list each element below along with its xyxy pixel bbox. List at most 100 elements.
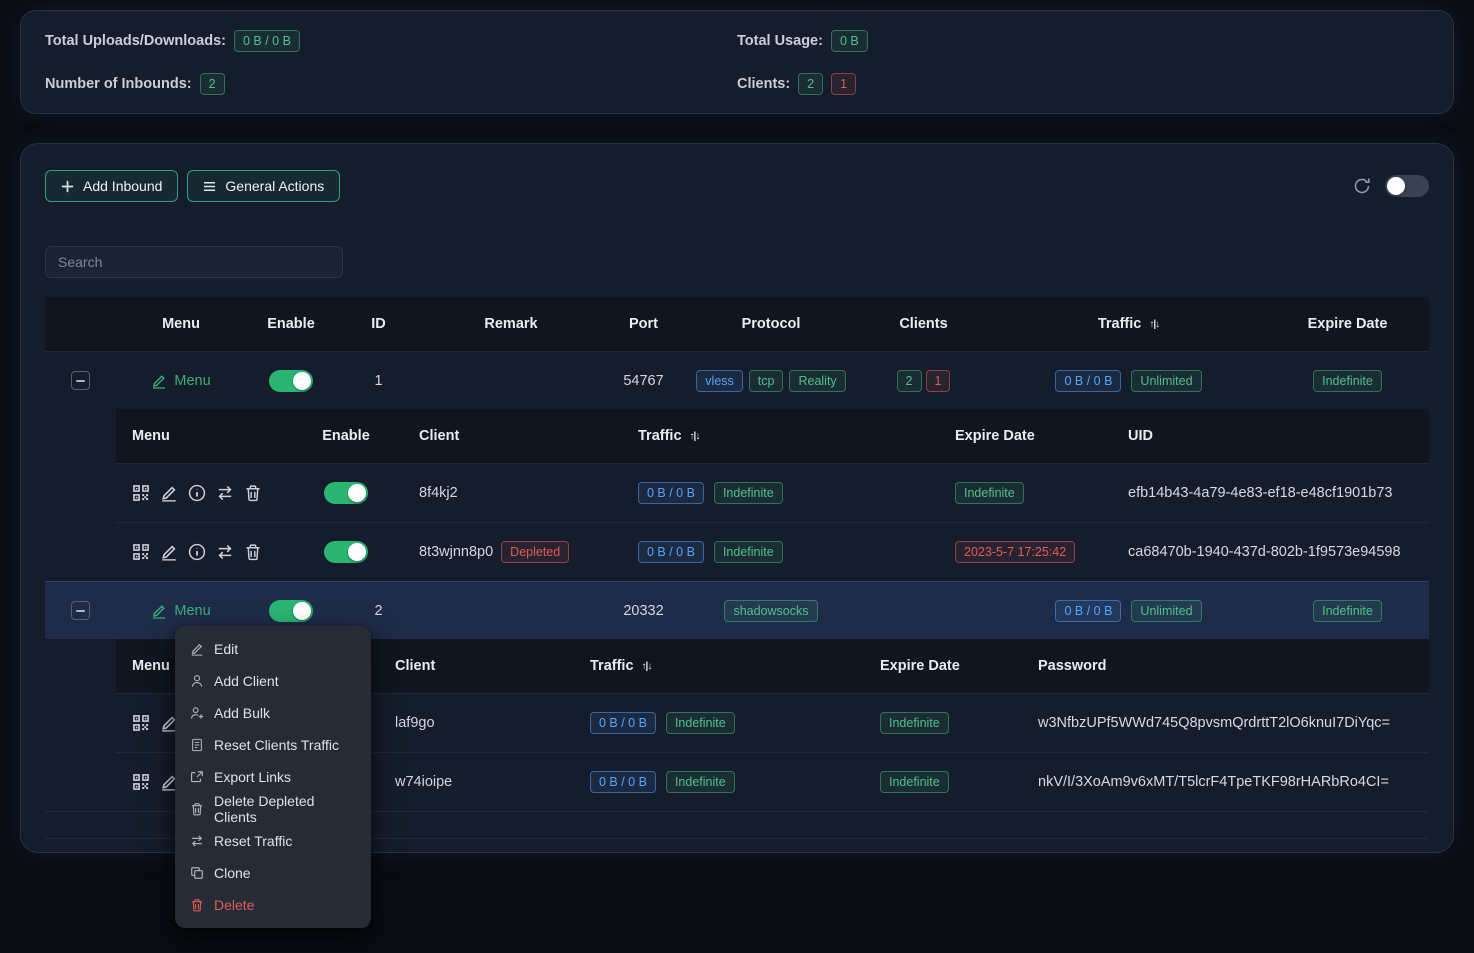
expire-badge: Indefinite: [1313, 600, 1382, 622]
qrcode-icon[interactable]: [132, 714, 150, 732]
info-icon[interactable]: [188, 484, 206, 502]
info-icon[interactable]: [188, 543, 206, 561]
export-icon: [190, 770, 204, 784]
inbound-1-traffic: 0 B / 0 B Unlimited: [991, 370, 1266, 392]
traffic-total-badge: Indefinite: [714, 482, 783, 504]
menu-item-add-bulk[interactable]: Add Bulk: [175, 697, 371, 729]
minus-icon: [76, 380, 85, 382]
inbound-2-menu-button[interactable]: Menu: [151, 603, 210, 619]
stat-number-of-inbounds-value: 2: [200, 73, 225, 95]
menu-item-label: Delete Depleted Clients: [214, 793, 356, 825]
client-traffic: 0 B / 0 B Indefinite: [566, 712, 856, 734]
header-protocol: Protocol: [686, 316, 856, 332]
reset-traffic-icon[interactable]: [216, 484, 234, 502]
sort-icon: ↑|↓: [642, 661, 652, 672]
menu-item-label: Add Bulk: [214, 705, 270, 721]
inbound-2-traffic: 0 B / 0 B Unlimited: [991, 600, 1266, 622]
list-menu-icon: [203, 180, 216, 193]
client-enable-toggle[interactable]: [324, 482, 368, 504]
header-remark: Remark: [421, 316, 601, 332]
inbounds-table-header: Menu Enable ID Remark Port Protocol Clie…: [45, 297, 1429, 351]
inbound-context-menu: Edit Add Client Add Bulk Reset Clients T…: [175, 626, 371, 928]
stat-total-usage: Total Usage: 0 B: [737, 30, 1429, 52]
header-traffic[interactable]: Traffic↑|↓: [626, 428, 931, 444]
general-actions-button[interactable]: General Actions: [187, 170, 340, 202]
client-password: nkV/I/3XoAm9v6xMT/T5lcrF4TpeTKF98rHARbRo…: [1026, 774, 1429, 790]
expire-badge: Indefinite: [1313, 370, 1382, 392]
client-expire: Indefinite: [931, 482, 1116, 504]
theme-toggle[interactable]: [1385, 175, 1429, 197]
toggle-knob: [293, 602, 311, 620]
menu-item-export-links[interactable]: Export Links: [175, 761, 371, 793]
document-icon: [190, 738, 204, 752]
menu-item-delete-depleted-clients[interactable]: Delete Depleted Clients: [175, 793, 371, 825]
menu-item-add-client[interactable]: Add Client: [175, 665, 371, 697]
reset-traffic-icon[interactable]: [216, 543, 234, 561]
add-inbound-button[interactable]: Add Inbound: [45, 170, 178, 202]
header-client: Client: [391, 428, 626, 444]
client-traffic: 0 B / 0 B Indefinite: [566, 771, 856, 793]
clone-icon: [190, 866, 204, 880]
inbound-1-expire: Indefinite: [1266, 370, 1429, 392]
header-enable: Enable: [246, 316, 336, 332]
inbound-1-menu-button[interactable]: Menu: [151, 373, 210, 389]
header-port: Port: [601, 316, 686, 332]
inbound-1-clients: 2 1: [856, 370, 991, 392]
stat-clients-active-badge: 2: [798, 73, 823, 95]
menu-item-reset-traffic[interactable]: Reset Traffic: [175, 825, 371, 857]
search-input[interactable]: [45, 246, 343, 278]
menu-item-delete[interactable]: Delete: [175, 889, 371, 921]
edit-icon: [151, 603, 167, 619]
traffic-badge: 0 B / 0 B: [638, 482, 704, 504]
stats-card: Total Uploads/Downloads: 0 B / 0 B Total…: [20, 10, 1454, 114]
traffic-total-badge: Indefinite: [666, 771, 735, 793]
menu-item-label: Edit: [214, 641, 238, 657]
inbound-2-protocols: shadowsocks: [686, 600, 856, 622]
menu-item-clone[interactable]: Clone: [175, 857, 371, 889]
inbound-row-1: Menu 1 54767 vless tcp Reality 2 1 0 B /…: [45, 351, 1429, 409]
clients-depleted-badge: 1: [926, 370, 951, 392]
stat-total-usage-value: 0 B: [831, 30, 868, 52]
toggle-knob: [348, 543, 366, 561]
client-row-8f4kj2: 8f4kj2 0 B / 0 B Indefinite Indefinite e…: [116, 463, 1429, 522]
menu-item-edit[interactable]: Edit: [175, 633, 371, 665]
inbound-2-port: 20332: [601, 603, 686, 619]
traffic-total-badge: Unlimited: [1131, 600, 1201, 622]
menu-item-label: Reset Clients Traffic: [214, 737, 339, 753]
trash-icon: [190, 802, 204, 816]
collapse-row-button[interactable]: [71, 601, 90, 620]
toggle-knob: [348, 484, 366, 502]
collapse-row-button[interactable]: [71, 371, 90, 390]
protocol-tag-tcp: tcp: [749, 370, 784, 392]
qrcode-icon[interactable]: [132, 773, 150, 791]
header-traffic[interactable]: Traffic↑|↓: [566, 658, 856, 674]
edit-icon[interactable]: [160, 543, 178, 561]
client-enable-toggle[interactable]: [324, 541, 368, 563]
delete-icon[interactable]: [244, 484, 262, 502]
client-name-cell: 8t3wjnn8p0 Depleted: [391, 541, 626, 563]
delete-icon[interactable]: [244, 543, 262, 561]
qrcode-icon[interactable]: [132, 543, 150, 561]
client-name: 8f4kj2: [391, 485, 626, 501]
header-expire-date: Expire Date: [1266, 316, 1429, 332]
menu-item-reset-clients-traffic[interactable]: Reset Clients Traffic: [175, 729, 371, 761]
menu-item-label: Clone: [214, 865, 251, 881]
protocol-tag-reality: Reality: [789, 370, 845, 392]
header-traffic[interactable]: Traffic↑|↓: [991, 316, 1266, 332]
minus-icon: [76, 610, 85, 612]
inbound-1-enable-toggle[interactable]: [269, 370, 313, 392]
edit-icon[interactable]: [160, 484, 178, 502]
client-actions: [116, 484, 301, 502]
traffic-badge: 0 B / 0 B: [590, 712, 656, 734]
header-expire-date: Expire Date: [856, 658, 1026, 674]
header-menu: Menu: [116, 428, 301, 444]
header-clients: Clients: [856, 316, 991, 332]
sort-icon: ↑|↓: [690, 431, 700, 442]
refresh-icon[interactable]: [1353, 177, 1371, 195]
inbound-2-enable-toggle[interactable]: [269, 600, 313, 622]
stat-number-of-inbounds-label: Number of Inbounds:: [45, 76, 192, 92]
header-uid: UID: [1116, 428, 1429, 444]
client-actions: [116, 543, 301, 561]
qrcode-icon[interactable]: [132, 484, 150, 502]
traffic-total-badge: Indefinite: [666, 712, 735, 734]
